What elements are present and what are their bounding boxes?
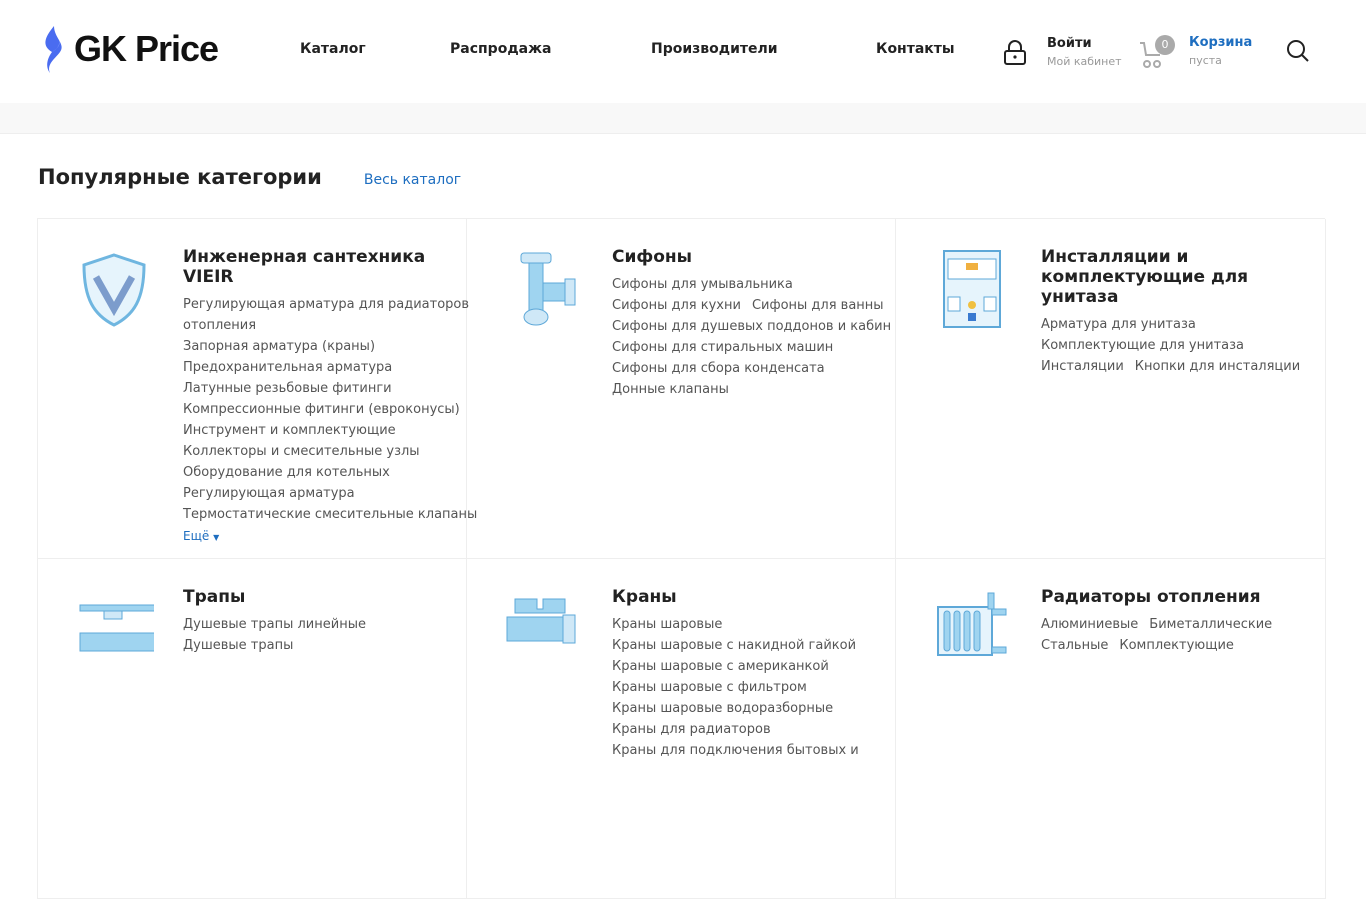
category-image-icon[interactable] bbox=[503, 589, 583, 669]
subcategory-link[interactable]: Краны шаровые bbox=[612, 617, 722, 632]
header-strip bbox=[0, 103, 1366, 134]
subcategory-link[interactable]: Душевые трапы линейные bbox=[183, 617, 366, 632]
subcategory-link[interactable]: Регулирующая арматура для радиаторов bbox=[183, 297, 469, 312]
subcategory-link[interactable]: Коллекторы и смесительные узлы bbox=[183, 444, 420, 459]
subcategory-link[interactable]: Сифоны для душевых поддонов и кабин bbox=[612, 319, 891, 334]
category-title[interactable]: Радиаторы отопления bbox=[1041, 587, 1316, 607]
subcategory-link[interactable]: Душевые трапы bbox=[183, 638, 293, 653]
nav-catalog[interactable]: Каталог bbox=[300, 41, 366, 57]
nav-sale[interactable]: Распродажа bbox=[450, 41, 551, 57]
subcategory-link[interactable]: Сифоны для сбора конденсата bbox=[612, 361, 825, 376]
subcategory-link[interactable]: Краны шаровые водоразборные bbox=[612, 701, 833, 716]
subcategory-link[interactable]: Запорная арматура (краны) bbox=[183, 339, 375, 354]
subcategory-link[interactable]: Латунные резьбовые фитинги bbox=[183, 381, 392, 396]
flame-icon bbox=[45, 26, 62, 73]
subcategory-link[interactable]: Краны шаровые с фильтром bbox=[612, 680, 807, 695]
more-link[interactable]: Ещё ▼ bbox=[183, 529, 219, 543]
more-label: Ещё bbox=[183, 529, 210, 543]
lock-icon bbox=[1004, 40, 1026, 65]
subcategory-link[interactable]: Компрессионные фитинги (евроконусы) bbox=[183, 402, 460, 417]
subcategory-link[interactable]: Инструмент и комплектующие bbox=[183, 423, 396, 438]
subcategory-link[interactable]: Сифоны для умывальника bbox=[612, 277, 793, 292]
header: GK Price Каталог Распродажа Производител… bbox=[0, 0, 1366, 103]
cart-subtitle: пуста bbox=[1189, 54, 1222, 67]
login-button[interactable]: Войти Мой кабинет bbox=[1003, 36, 1122, 68]
category-title[interactable]: Краны bbox=[612, 587, 887, 607]
subcategory-link[interactable]: отопления bbox=[183, 318, 256, 333]
search-icon[interactable] bbox=[1286, 39, 1310, 63]
subcategory-link[interactable]: Биметаллические bbox=[1149, 617, 1272, 632]
subcategory-link[interactable]: Регулирующая арматура bbox=[183, 486, 355, 501]
subcategory-link[interactable]: Инсталяции bbox=[1041, 359, 1124, 374]
cart-count-badge: 0 bbox=[1155, 35, 1175, 55]
subcategory-link[interactable]: Стальные bbox=[1041, 638, 1108, 653]
subcategory-link[interactable]: Краны для подключения бытовых и bbox=[612, 743, 859, 758]
caret-down-icon: ▼ bbox=[213, 533, 220, 542]
cart-button[interactable]: 0 Корзина пуста bbox=[1139, 35, 1253, 68]
subcategory-link[interactable]: Кнопки для инсталяции bbox=[1135, 359, 1300, 374]
category-title[interactable]: Инженерная сантехника VIEIR bbox=[183, 247, 458, 287]
category-image-icon[interactable] bbox=[503, 249, 583, 329]
category-image-icon[interactable] bbox=[932, 589, 1012, 669]
logo[interactable]: GK Price bbox=[40, 24, 219, 74]
category-installations: Инсталляции и комплектующие для унитаза А… bbox=[896, 219, 1326, 559]
section-header: Популярные категории Весь каталог bbox=[38, 165, 461, 189]
category-siphons: Сифоны Сифоны для умывальника Сифоны для к… bbox=[467, 219, 896, 559]
nav-manufacturers[interactable]: Производители bbox=[651, 41, 778, 57]
subcategory-link[interactable]: Краны шаровые с американкой bbox=[612, 659, 829, 674]
category-title[interactable]: Инсталляции и комплектующие для унитаза bbox=[1041, 247, 1316, 307]
subcategory-link[interactable]: Комплектующие bbox=[1119, 638, 1234, 653]
subcategory-link[interactable]: Сифоны для ванны bbox=[752, 298, 884, 313]
category-vieir: Инженерная сантехника VIEIR Регулирующая … bbox=[38, 219, 477, 559]
subcategory-link[interactable]: Предохранительная арматура bbox=[183, 360, 392, 375]
nav-contacts[interactable]: Контакты bbox=[876, 41, 955, 57]
category-title[interactable]: Трапы bbox=[183, 587, 458, 607]
subcategory-link[interactable]: Сифоны для кухни bbox=[612, 298, 741, 313]
category-title[interactable]: Сифоны bbox=[612, 247, 887, 267]
category-drains: Трапы Душевые трапы линейные Душевые трапы bbox=[38, 559, 467, 899]
subcategory-link[interactable]: Комплектующие для унитаза bbox=[1041, 338, 1244, 353]
subcategory-link[interactable]: Сифоны для стиральных машин bbox=[612, 340, 833, 355]
logo-text: GK Price bbox=[74, 28, 219, 69]
category-image-icon[interactable] bbox=[932, 249, 1012, 329]
login-title: Войти bbox=[1047, 36, 1092, 51]
subcategory-link[interactable]: Арматура для унитаза bbox=[1041, 317, 1196, 332]
subcategory-link[interactable]: Термостатические смесительные клапаны bbox=[183, 507, 477, 522]
subcategory-link[interactable]: Донные клапаны bbox=[612, 382, 729, 397]
category-image-icon[interactable] bbox=[74, 249, 154, 329]
category-valves: Краны Краны шаровые Краны шаровые с накидн… bbox=[467, 559, 896, 899]
category-image-icon[interactable] bbox=[74, 589, 154, 669]
category-radiators: Радиаторы отопления Алюминиевые Биметаллич… bbox=[896, 559, 1326, 899]
subcategory-link[interactable]: Краны шаровые с накидной гайкой bbox=[612, 638, 856, 653]
cart-title: Корзина bbox=[1189, 35, 1253, 50]
section-title: Популярные категории bbox=[38, 165, 322, 189]
subcategory-link[interactable]: Краны для радиаторов bbox=[612, 722, 771, 737]
subcategory-link[interactable]: Алюминиевые bbox=[1041, 617, 1138, 632]
subcategory-link[interactable]: Оборудование для котельных bbox=[183, 465, 390, 480]
category-grid: Инженерная сантехника VIEIR Регулирующая … bbox=[37, 218, 1326, 899]
all-catalog-link[interactable]: Весь каталог bbox=[364, 172, 461, 188]
login-subtitle: Мой кабинет bbox=[1047, 55, 1122, 68]
